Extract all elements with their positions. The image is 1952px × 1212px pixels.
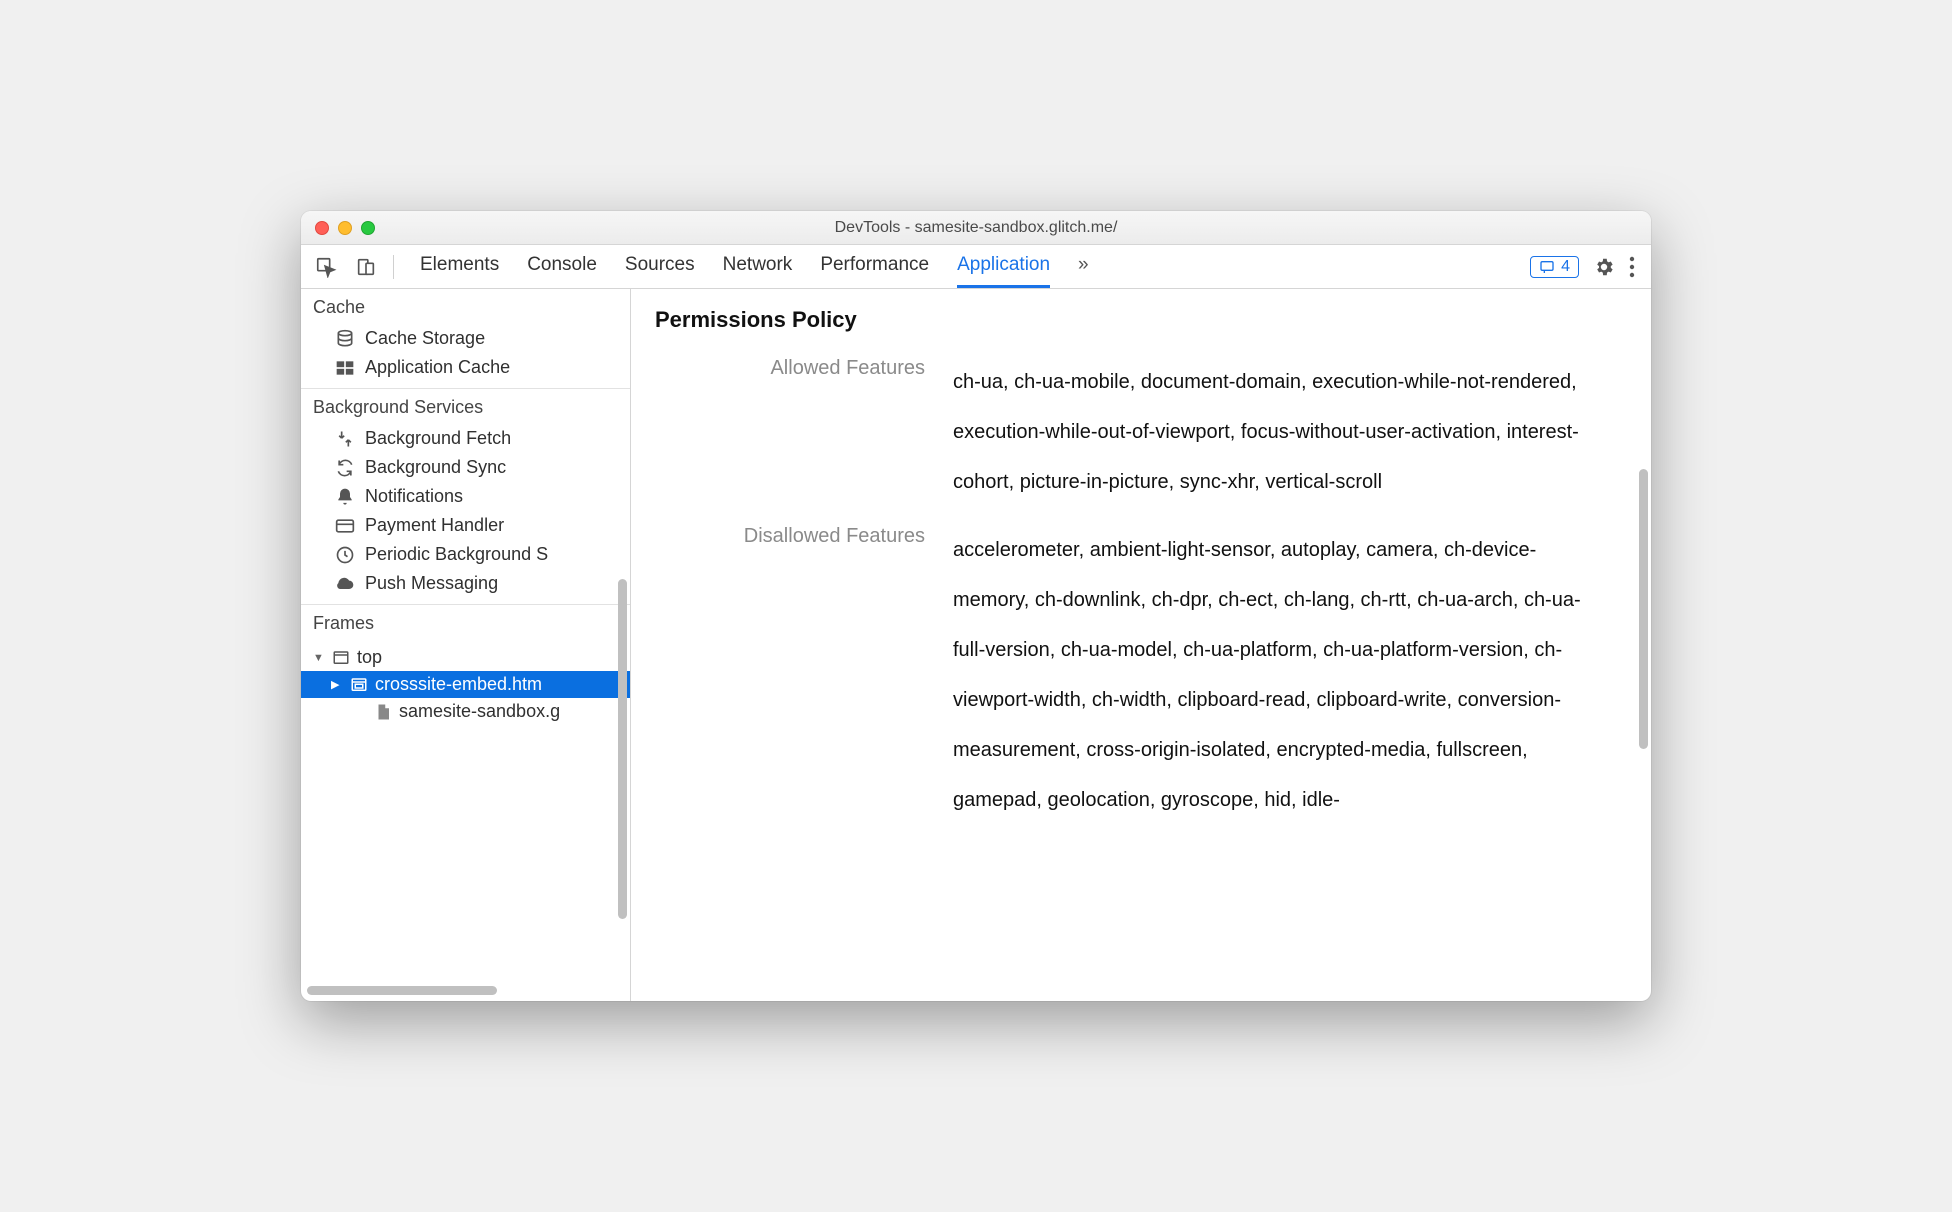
tabs: Elements Console Sources Network Perform… [404,246,1524,288]
sidebar-item-label: Cache Storage [365,328,485,349]
inspect-icon[interactable] [309,250,343,284]
window-icon [331,648,351,668]
tab-performance[interactable]: Performance [820,246,929,288]
messages-badge[interactable]: 4 [1530,256,1579,278]
bell-icon [335,487,355,507]
tab-network[interactable]: Network [723,246,793,288]
file-icon [373,702,393,722]
more-tabs-button[interactable]: » [1078,246,1089,288]
sidebar-item-label: Background Fetch [365,428,511,449]
sidebar-item-cache-storage[interactable]: Cache Storage [301,324,630,353]
bg-group: Background Services Background Fetch Bac… [301,389,630,605]
frame-tree: ▼ top ▶ crosssite-embed.htm [301,640,630,805]
device-icon[interactable] [349,250,383,284]
titlebar: DevTools - samesite-sandbox.glitch.me/ [301,211,1651,245]
traffic-lights [301,221,375,235]
frame-crosssite-embed[interactable]: ▶ crosssite-embed.htm [301,671,630,698]
sidebar-item-label: Payment Handler [365,515,504,536]
cache-title: Cache [301,289,630,324]
allowed-label: Allowed Features [655,357,925,507]
sidebar-item-bg-fetch[interactable]: Background Fetch [301,424,630,453]
sidebar-item-app-cache[interactable]: Application Cache [301,353,630,382]
allowed-row: Allowed Features ch-ua, ch-ua-mobile, do… [655,357,1611,507]
frames-title: Frames [301,605,630,640]
horizontal-scrollbar[interactable] [307,986,497,995]
sidebar-item-payment[interactable]: Payment Handler [301,511,630,540]
sidebar-item-notifications[interactable]: Notifications [301,482,630,511]
main-panel: Permissions Policy Allowed Features ch-u… [631,289,1651,1001]
sidebar-item-label: Application Cache [365,357,510,378]
disallowed-row: Disallowed Features accelerometer, ambie… [655,525,1611,825]
tab-sources[interactable]: Sources [625,246,695,288]
sidebar-item-label: Push Messaging [365,573,498,594]
messages-count: 4 [1561,258,1570,276]
sidebar-item-label: Background Sync [365,457,506,478]
vertical-scrollbar-sidebar[interactable] [618,579,627,919]
minimize-window-button[interactable] [338,221,352,235]
allowed-value: ch-ua, ch-ua-mobile, document-domain, ex… [953,357,1611,507]
close-window-button[interactable] [315,221,329,235]
cache-group: Cache Cache Storage Application Cache [301,289,630,389]
sidebar: Cache Cache Storage Application Cache Ba… [301,289,631,1001]
content: Cache Cache Storage Application Cache Ba… [301,289,1651,1001]
disallowed-value: accelerometer, ambient-light-sensor, aut… [953,525,1611,825]
fetch-icon [335,429,355,449]
right-tools: 4 [1530,256,1643,278]
separator [393,255,394,279]
tab-console[interactable]: Console [527,246,597,288]
sidebar-item-bg-sync[interactable]: Background Sync [301,453,630,482]
maximize-window-button[interactable] [361,221,375,235]
bg-title: Background Services [301,389,630,424]
frame-doc[interactable]: samesite-sandbox.g [301,698,630,725]
database-icon [335,329,355,349]
vertical-scrollbar-main[interactable] [1639,469,1648,749]
frames-group: Frames ▼ top ▶ crosssite-emb [301,605,630,805]
page-title: Permissions Policy [655,307,1611,333]
sidebar-item-periodic[interactable]: Periodic Background S [301,540,630,569]
sidebar-item-push[interactable]: Push Messaging [301,569,630,598]
cloud-icon [335,574,355,594]
settings-icon[interactable] [1593,256,1615,278]
devtools-window: DevTools - samesite-sandbox.glitch.me/ E… [301,211,1651,1001]
grid-icon [335,358,355,378]
frame-top[interactable]: ▼ top [301,644,630,671]
tab-elements[interactable]: Elements [420,246,499,288]
frame-label: samesite-sandbox.g [399,701,560,722]
card-icon [335,516,355,536]
sidebar-item-label: Periodic Background S [365,544,548,565]
frame-label: top [357,647,382,668]
clock-icon [335,545,355,565]
window-title: DevTools - samesite-sandbox.glitch.me/ [301,219,1651,237]
frame-label: crosssite-embed.htm [375,674,542,695]
tabbar: Elements Console Sources Network Perform… [301,245,1651,289]
sync-icon [335,458,355,478]
frame-icon [349,675,369,695]
sidebar-item-label: Notifications [365,486,463,507]
disallowed-label: Disallowed Features [655,525,925,825]
chevron-right-icon: ▶ [331,678,343,691]
chevron-down-icon: ▼ [313,652,325,664]
more-menu-icon[interactable] [1629,256,1635,278]
tab-application[interactable]: Application [957,246,1050,288]
